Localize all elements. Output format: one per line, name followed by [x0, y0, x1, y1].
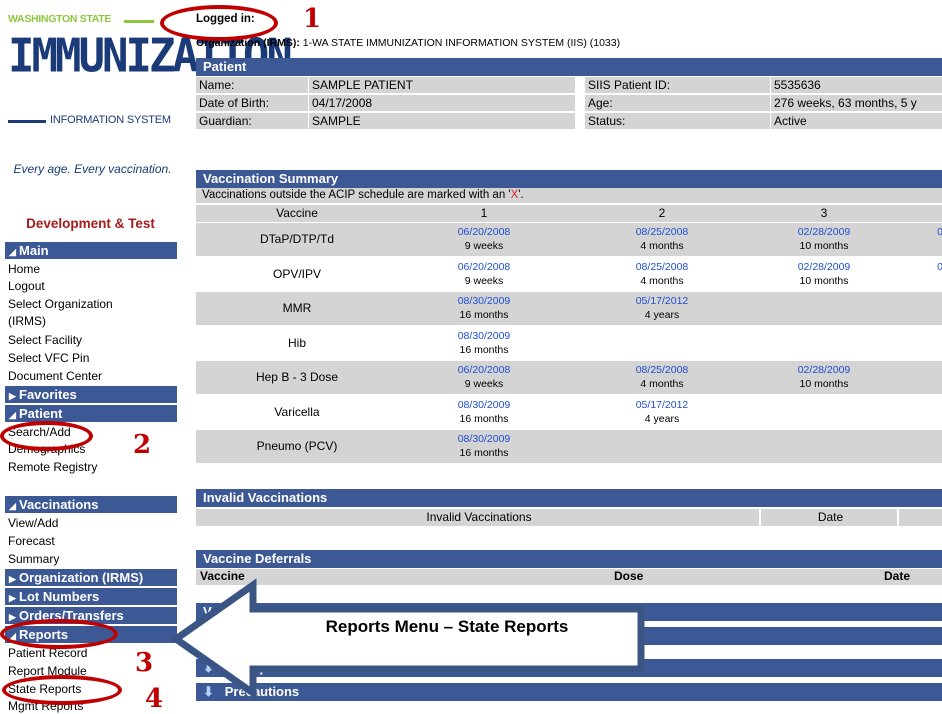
annotation-number-1: 1	[303, 4, 322, 34]
annotation-number-4: 4	[145, 684, 164, 714]
callout-label: Reports Menu – State Reports	[325, 617, 569, 636]
annotation-number-3: 3	[135, 648, 154, 678]
annotation-ellipse-reports	[0, 619, 118, 649]
annotation-ellipse-search-add	[0, 421, 93, 451]
callout-arrow-shape	[169, 578, 645, 700]
annotation-ellipse-logged-in	[160, 5, 278, 41]
annotation-number-2: 2	[133, 430, 152, 460]
callout-arrow-graphic	[169, 578, 645, 700]
annotation-ellipse-state-reports	[2, 675, 122, 705]
